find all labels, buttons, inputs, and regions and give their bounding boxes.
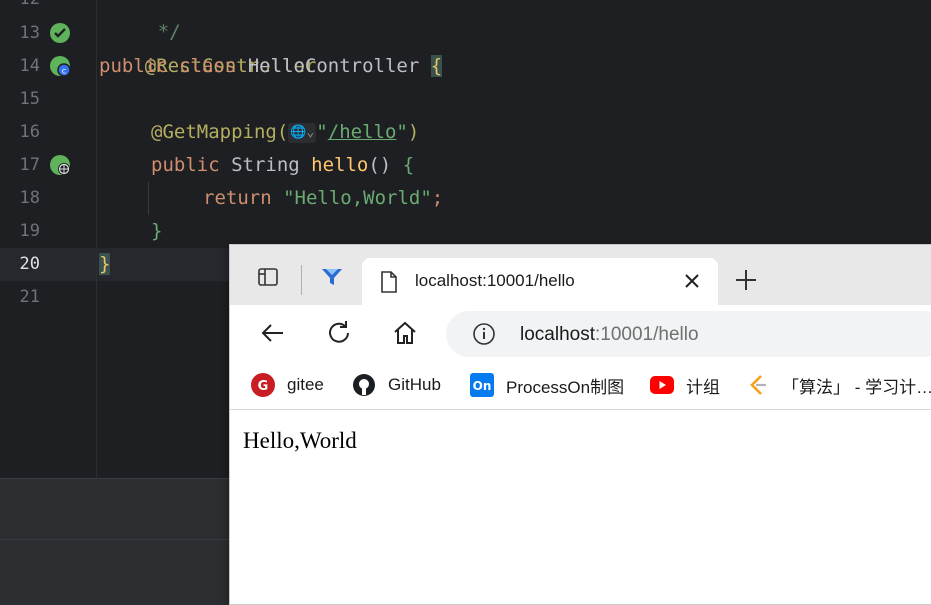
browser-toolbar: localhost:10001/hello <box>230 305 931 361</box>
line-number: 12 <box>0 0 40 16</box>
line-number: 15 <box>19 89 40 109</box>
class-name: HelloController <box>247 55 431 77</box>
method-name: hello <box>311 154 369 176</box>
line-number: 18 <box>19 188 40 208</box>
string-quote: " <box>396 121 408 143</box>
code-line-17: public String hello() { <box>151 149 414 182</box>
leetcode-icon <box>750 375 766 395</box>
svg-text:G: G <box>258 379 269 394</box>
code-line-16: @GetMapping(🌐⌄ "/hello") <box>151 116 419 149</box>
indent-guide <box>148 182 149 215</box>
bookmark-label: ProcessOn制图 <box>506 377 625 397</box>
endpoint-globe-icon[interactable] <box>49 154 71 176</box>
tabstrip-divider <box>301 265 302 295</box>
bookmark-leetcode[interactable]: 「算法」 - 学习计… <box>746 373 931 397</box>
get-mapping-annotation: @GetMapping( <box>151 121 289 143</box>
bookmark-github[interactable]: GitHub <box>352 373 441 397</box>
address-bar[interactable]: localhost:10001/hello <box>446 311 931 357</box>
keyword: public <box>151 154 232 176</box>
youtube-icon <box>650 376 674 394</box>
gitee-icon: G <box>251 373 275 397</box>
bookmark-label: 「算法」 - 学习计… <box>782 377 931 397</box>
mapping-path-link[interactable]: /hello <box>328 121 397 143</box>
paren: ) <box>407 121 420 143</box>
tab-actions-icon[interactable] <box>254 263 282 291</box>
bookmark-gitee[interactable]: G gitee <box>251 373 324 397</box>
funnel-extension-icon[interactable] <box>318 263 346 291</box>
line-number: 13 <box>19 23 40 43</box>
page-content: Hello,World <box>230 410 931 604</box>
line-number-current: 20 <box>19 254 40 274</box>
response-text: Hello,World <box>243 428 357 453</box>
bookmark-label: 计组 <box>686 377 720 397</box>
tab-active[interactable]: localhost:10001/hello <box>362 258 718 305</box>
line-number: 21 <box>19 287 40 307</box>
bookmarks-bar: G gitee GitHub On ProcessOn制图 计组 「算法」 - … <box>230 361 931 410</box>
string-quote: " <box>316 121 328 143</box>
new-tab-icon[interactable] <box>733 267 759 293</box>
processon-icon: On <box>470 373 494 397</box>
tab-title: localhost:10001/hello <box>415 271 575 290</box>
keyword: return <box>203 187 284 209</box>
github-icon <box>353 374 375 396</box>
browser-window: localhost:10001/hello localhost:10001/he… <box>230 245 931 604</box>
code-line-13: @RestController <box>99 17 317 77</box>
parens: () <box>368 154 403 176</box>
svg-text:On: On <box>473 379 492 393</box>
refresh-icon[interactable] <box>325 319 353 347</box>
type-name: String <box>231 154 312 176</box>
tab-strip: localhost:10001/hello <box>230 245 931 305</box>
bookmark-label: gitee <box>287 375 324 394</box>
code-line-18: return "Hello,World"; <box>203 182 443 215</box>
string-literal: "Hello,World" <box>283 187 432 209</box>
code-line-14: public class HelloController { <box>99 50 443 83</box>
code-line-20: } <box>99 248 111 281</box>
info-icon[interactable] <box>472 322 496 346</box>
page-icon <box>381 271 397 293</box>
address-url[interactable]: localhost:10001/hello <box>520 324 699 346</box>
line-number: 14 <box>19 56 40 76</box>
brace: } <box>151 220 163 242</box>
line-number: 17 <box>19 155 40 175</box>
code-line-19: } <box>151 215 162 248</box>
spring-bean-icon[interactable] <box>49 22 71 44</box>
close-tab-icon[interactable] <box>680 269 704 293</box>
spring-controller-icon[interactable]: c <box>49 55 71 77</box>
gutter-separator <box>96 0 97 478</box>
brace-highlight: } <box>99 253 111 275</box>
line-number: 19 <box>19 221 40 241</box>
line-number: 16 <box>19 122 40 142</box>
keyword: public class <box>99 55 248 77</box>
back-arrow-icon[interactable] <box>259 319 287 347</box>
bookmark-youtube[interactable]: 计组 <box>650 373 720 397</box>
home-icon[interactable] <box>391 319 419 347</box>
brace: { <box>402 154 415 176</box>
bookmark-processon[interactable]: On ProcessOn制图 <box>470 373 624 397</box>
inlay-hint-globe[interactable]: 🌐⌄ <box>288 122 317 143</box>
brace-highlight: { <box>430 55 443 77</box>
bookmark-label: GitHub <box>388 375 441 394</box>
url-host: localhost <box>520 324 595 345</box>
svg-text:c: c <box>62 67 66 76</box>
url-path: :10001/hello <box>595 324 699 345</box>
semicolon: ; <box>431 187 444 209</box>
code-line-12: */ <box>112 0 181 43</box>
